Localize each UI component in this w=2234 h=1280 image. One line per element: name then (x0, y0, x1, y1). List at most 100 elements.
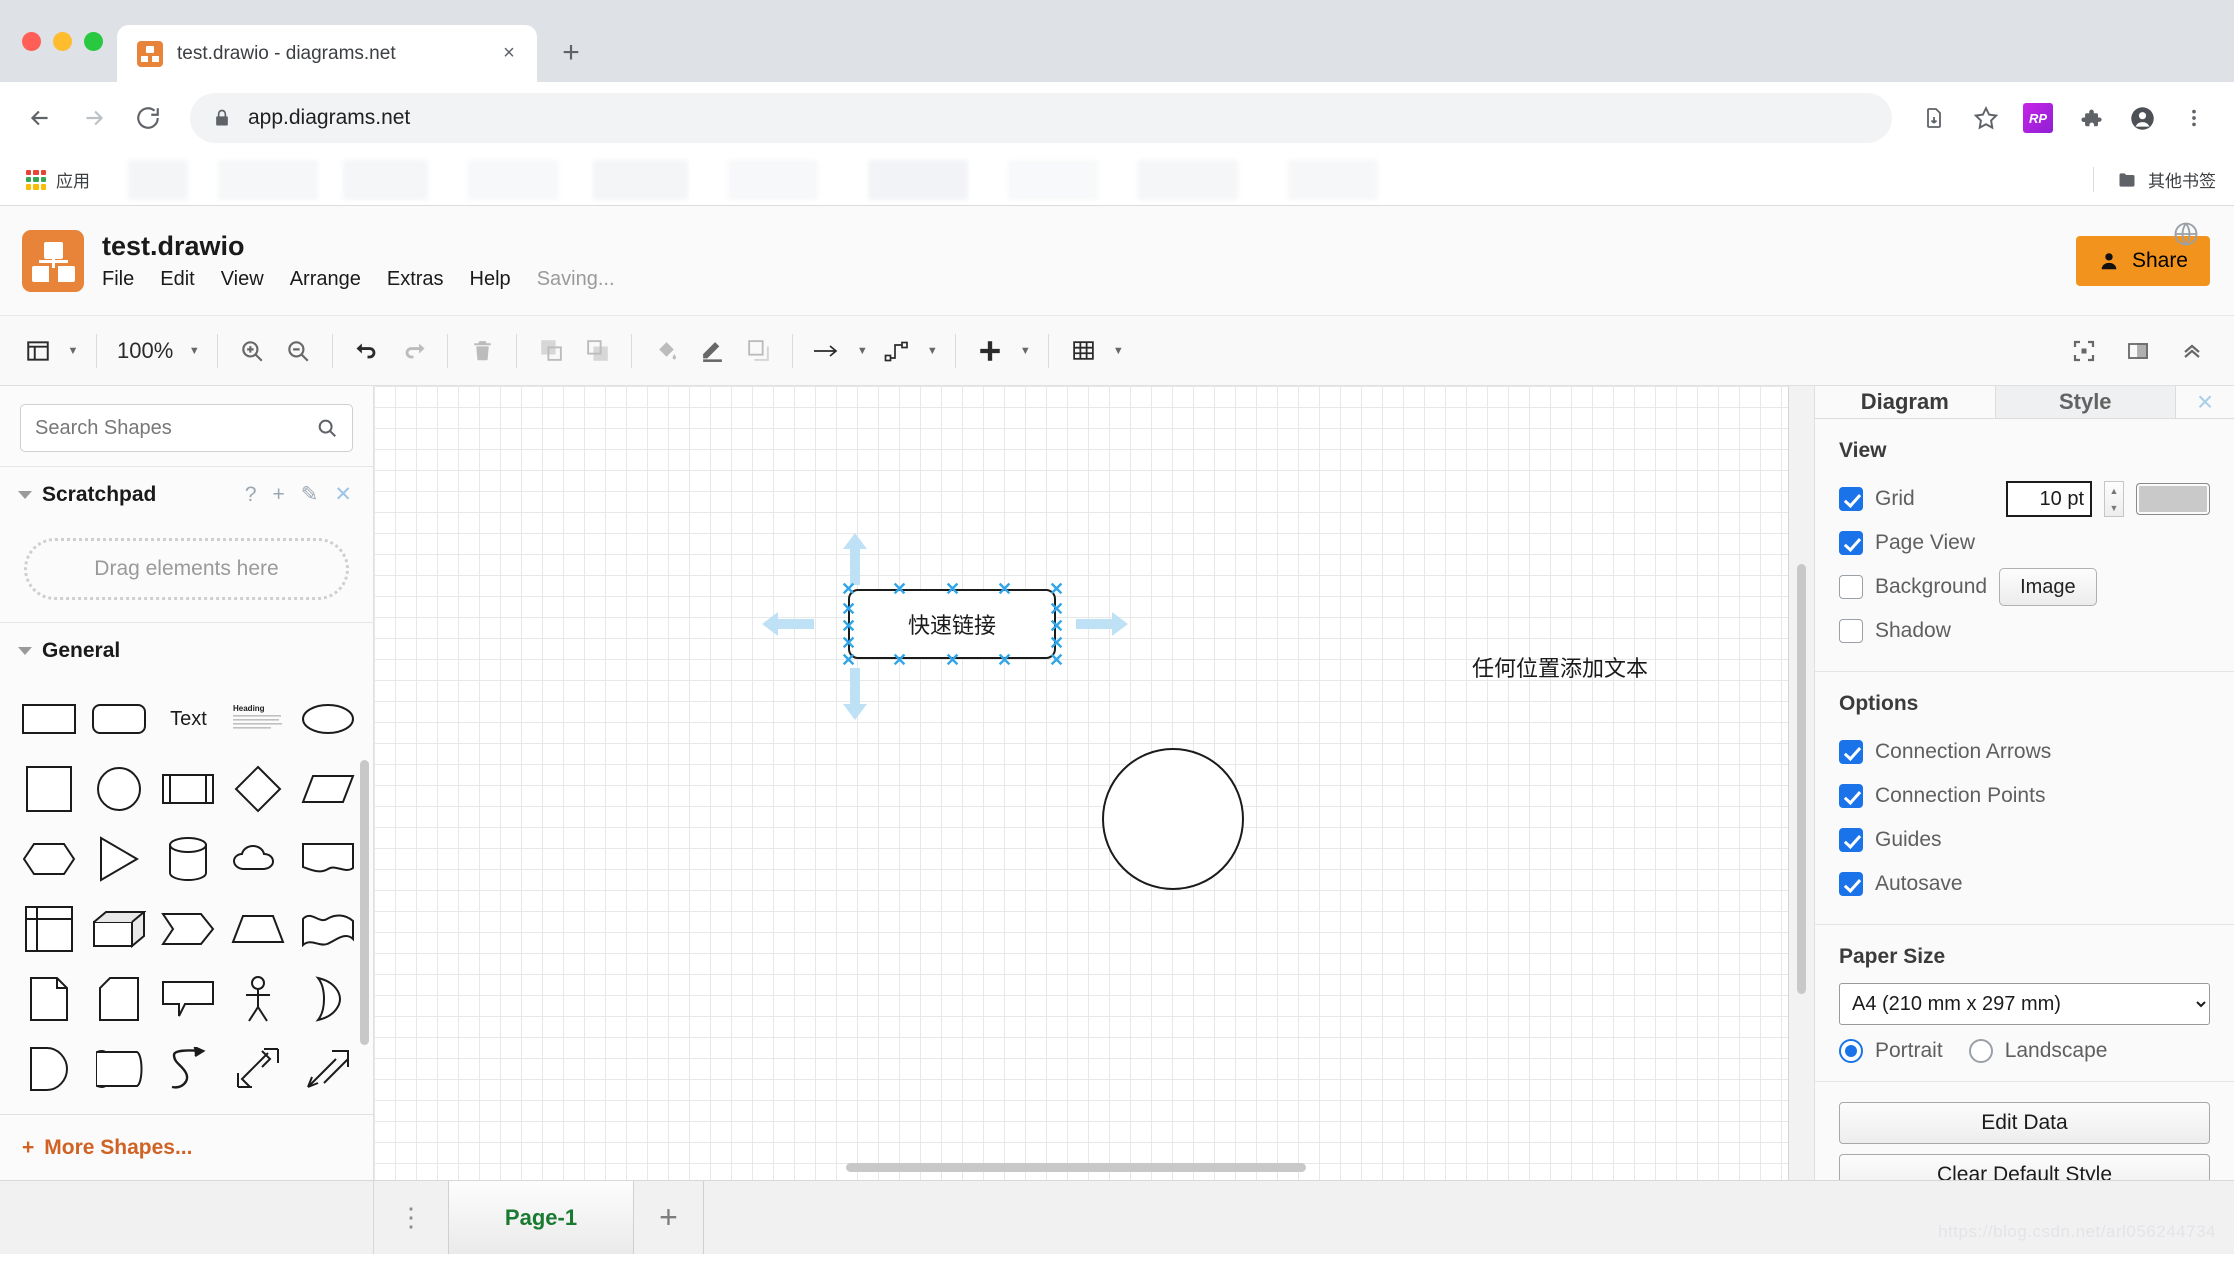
shape-ellipse[interactable] (293, 690, 363, 748)
shape-cube[interactable] (84, 900, 154, 958)
search-shapes-input[interactable] (35, 416, 316, 440)
zoom-level-label[interactable]: 100% (109, 338, 181, 364)
shape-display[interactable] (84, 1040, 154, 1098)
connection-arrow-left[interactable] (760, 609, 816, 639)
to-back-icon[interactable] (575, 327, 619, 375)
shape-internal-storage[interactable] (14, 900, 84, 958)
shape-line[interactable] (154, 1110, 224, 1114)
install-icon[interactable] (1910, 94, 1958, 142)
add-page-button[interactable]: + (634, 1181, 704, 1254)
shape-delay[interactable] (14, 1040, 84, 1098)
connection-point-handle[interactable]: ✕ (841, 651, 856, 669)
maximize-window-button[interactable] (84, 31, 103, 51)
waypoints-icon[interactable] (875, 327, 919, 375)
shape-parallelogram[interactable] (293, 760, 363, 818)
grid-size-stepper[interactable]: ▲ ▼ (2104, 481, 2124, 517)
connection-points-checkbox[interactable] (1839, 784, 1863, 808)
scratchpad-dropzone[interactable]: Drag elements here (24, 538, 349, 600)
connection-point-handle[interactable]: ✕ (1049, 634, 1064, 652)
shape-cloud[interactable] (223, 830, 293, 888)
file-title[interactable]: test.drawio (102, 231, 615, 262)
to-front-icon[interactable] (529, 327, 573, 375)
shapes-panel-scrollbar[interactable] (360, 760, 369, 1045)
profile-avatar-icon[interactable] (2118, 94, 2166, 142)
grid-color-swatch[interactable] (2136, 483, 2210, 515)
fullscreen-icon[interactable] (2062, 327, 2106, 375)
connection-arrow-right[interactable] (1074, 609, 1130, 639)
tab-diagram[interactable]: Diagram (1815, 386, 1996, 418)
connection-point-handle[interactable]: ✕ (841, 634, 856, 652)
scratchpad-help-icon[interactable]: ? (242, 483, 260, 507)
menu-item-file[interactable]: File (102, 268, 134, 291)
scratchpad-section-header[interactable]: Scratchpad ? + ✎ ✕ (0, 466, 373, 522)
shape-note[interactable] (14, 970, 84, 1028)
extensions-puzzle-icon[interactable] (2066, 94, 2114, 142)
undo-icon[interactable] (345, 327, 389, 375)
page-sheet[interactable]: 快速链接 ✕ ✕ ✕ ✕ ✕ ✕ ✕ ✕ ✕ ✕ ✕ ✕ ✕ ✕ ✕ ✕ 任何位… (374, 386, 1788, 1180)
format-panel-close-icon[interactable]: × (2176, 386, 2234, 418)
menu-item-arrange[interactable]: Arrange (290, 268, 361, 291)
connection-point-handle[interactable]: ✕ (892, 580, 907, 598)
connection-point-handle[interactable]: ✕ (841, 580, 856, 598)
more-shapes-button[interactable]: + More Shapes... (0, 1114, 373, 1180)
connection-point-handle[interactable]: ✕ (841, 600, 856, 618)
close-tab-icon[interactable]: × (495, 40, 523, 68)
page-view-checkbox[interactable] (1839, 531, 1863, 555)
background-image-button[interactable]: Image (1999, 568, 2097, 606)
arrow-style-chevron-down-icon[interactable]: ▼ (851, 327, 873, 375)
blurred-bookmark-items[interactable] (128, 159, 2093, 200)
search-shapes-box[interactable] (20, 404, 353, 452)
table-icon[interactable] (1061, 327, 1105, 375)
reload-icon[interactable] (124, 94, 172, 142)
grid-checkbox[interactable] (1839, 487, 1863, 511)
shape-triangle[interactable] (84, 830, 154, 888)
shape-textbox[interactable]: Heading (223, 690, 293, 748)
insert-icon[interactable] (968, 327, 1012, 375)
shape-circle[interactable] (84, 760, 154, 818)
other-bookmarks-button[interactable]: 其他书签 (2093, 167, 2216, 192)
shape-hexagon[interactable] (14, 830, 84, 888)
browser-tab[interactable]: test.drawio - diagrams.net × (117, 25, 537, 82)
scratchpad-edit-pencil-icon[interactable]: ✎ (298, 482, 322, 507)
shape-rectangle[interactable] (14, 690, 84, 748)
shape-trapezoid[interactable] (223, 900, 293, 958)
guides-checkbox[interactable] (1839, 828, 1863, 852)
grid-size-input[interactable] (2006, 481, 2092, 517)
rp-extension-icon[interactable]: RP (2014, 94, 2062, 142)
edit-data-button[interactable]: Edit Data (1839, 1102, 2210, 1144)
scratchpad-add-icon[interactable]: + (270, 483, 288, 507)
shape-callout[interactable] (154, 970, 224, 1028)
collapse-toolbar-icon[interactable] (2170, 327, 2214, 375)
globe-icon[interactable] (2172, 220, 2200, 253)
connection-point-handle[interactable]: ✕ (1049, 600, 1064, 618)
landscape-radio[interactable] (1968, 1039, 1993, 1063)
close-window-button[interactable] (22, 31, 41, 51)
connection-arrows-checkbox[interactable] (1839, 740, 1863, 764)
canvas-horizontal-scrollbar[interactable] (846, 1163, 1306, 1172)
shape-step[interactable] (154, 900, 224, 958)
chrome-menu-icon[interactable] (2170, 94, 2218, 142)
shape-or[interactable] (293, 970, 363, 1028)
shape-cylinder[interactable] (154, 830, 224, 888)
tab-style[interactable]: Style (1995, 386, 2176, 418)
connection-point-handle[interactable]: ✕ (997, 651, 1012, 669)
new-tab-button[interactable]: + (551, 33, 591, 73)
zoom-in-icon[interactable] (230, 327, 274, 375)
shape-grid-scroll[interactable]: Text Heading (0, 678, 373, 1114)
connection-point-handle[interactable]: ✕ (1049, 580, 1064, 598)
page-menu-icon[interactable]: ⋮ (374, 1181, 448, 1254)
table-chevron-down-icon[interactable]: ▼ (1107, 327, 1129, 375)
fill-color-icon[interactable] (644, 327, 688, 375)
shadow-checkbox[interactable] (1839, 619, 1863, 643)
canvas-ellipse-shape[interactable] (1102, 748, 1244, 890)
portrait-radio[interactable] (1839, 1039, 1863, 1063)
connection-point-handle[interactable]: ✕ (997, 580, 1012, 598)
connection-point-handle[interactable]: ✕ (1049, 617, 1064, 635)
shape-double-arrow[interactable] (223, 1040, 293, 1098)
shape-block-arrow[interactable] (293, 1040, 363, 1098)
shape-actor[interactable] (223, 970, 293, 1028)
shape-dotted-line[interactable] (84, 1110, 154, 1114)
paper-size-select[interactable]: A4 (210 mm x 297 mm) (1839, 983, 2210, 1025)
general-section-header[interactable]: General (0, 622, 373, 678)
shape-process[interactable] (154, 760, 224, 818)
